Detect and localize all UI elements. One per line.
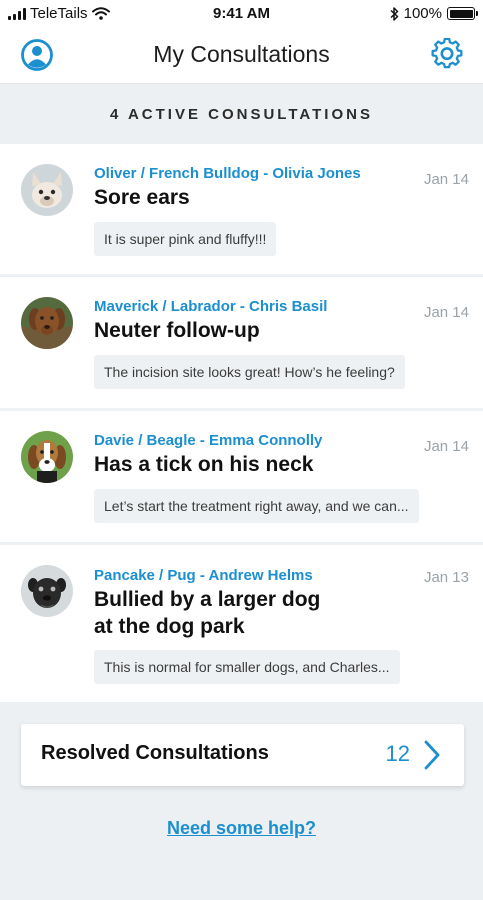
consultation-date: Jan 14: [423, 171, 469, 188]
nav-header: My Consultations: [0, 28, 483, 84]
status-right: 100%: [390, 5, 478, 22]
pug-avatar: [21, 565, 73, 617]
pet-avatar: [21, 164, 73, 216]
section-title: 4 ACTIVE CONSULTATIONS: [110, 105, 373, 123]
consultation-subject: Sore ears: [94, 186, 190, 209]
consultation-date: Jan 14: [423, 438, 469, 455]
message-preview: This is normal for smaller dogs, and Cha…: [94, 650, 400, 684]
pet-avatar: [21, 431, 73, 483]
consultation-list: Oliver / French Bulldog - Olivia Jones J…: [0, 144, 483, 702]
pet-owner-line: Maverick / Labrador - Chris Basil: [94, 298, 328, 315]
consultation-date: Jan 13: [423, 569, 469, 586]
consultation-subject: Neuter follow-up: [94, 319, 260, 342]
consultation-row[interactable]: Pancake / Pug - Andrew Helms Jan 13 Bull…: [0, 545, 483, 702]
resolved-count: 12: [385, 741, 410, 766]
gear-icon[interactable]: [430, 38, 464, 72]
labrador-avatar: [21, 297, 73, 349]
page-title: My Consultations: [153, 41, 330, 67]
pet-owner-line: Oliver / French Bulldog - Olivia Jones: [94, 165, 361, 182]
consultation-subject: Bullied by a larger dog at the dog park: [94, 588, 321, 638]
message-preview: It is super pink and fluffy!!!: [94, 222, 277, 256]
chevron-right-icon: [424, 740, 440, 770]
consultation-row[interactable]: Maverick / Labrador - Chris Basil Jan 14…: [0, 277, 483, 411]
bottom-area: Resolved Consultations 12 Need some help…: [0, 702, 483, 900]
resolved-consultations-button[interactable]: Resolved Consultations 12: [21, 724, 464, 786]
message-preview: The incision site looks great! How’s he …: [94, 355, 405, 389]
beagle-avatar: [21, 431, 73, 483]
consultation-date: Jan 14: [423, 304, 469, 321]
help-link[interactable]: Need some help?: [0, 818, 483, 839]
battery-icon: [447, 7, 478, 20]
french-bulldog-avatar: [21, 164, 73, 216]
consultation-row[interactable]: Oliver / French Bulldog - Olivia Jones J…: [0, 144, 483, 277]
bluetooth-icon: [390, 6, 398, 21]
message-preview: Let’s start the treatment right away, an…: [94, 489, 419, 523]
status-bar: TeleTails 9:41 AM 100%: [0, 0, 483, 28]
battery-percent: 100%: [403, 5, 442, 22]
battery-level: [449, 9, 473, 18]
pet-avatar: [21, 565, 73, 617]
consultation-row[interactable]: Davie / Beagle - Emma Connolly Jan 14 Ha…: [0, 411, 483, 545]
consultation-subject: Has a tick on his neck: [94, 453, 314, 476]
pet-avatar: [21, 297, 73, 349]
section-header: 4 ACTIVE CONSULTATIONS: [0, 84, 483, 144]
pet-owner-line: Pancake / Pug - Andrew Helms: [94, 567, 313, 584]
resolved-label: Resolved Consultations: [41, 742, 269, 764]
pet-owner-line: Davie / Beagle - Emma Connolly: [94, 432, 323, 449]
